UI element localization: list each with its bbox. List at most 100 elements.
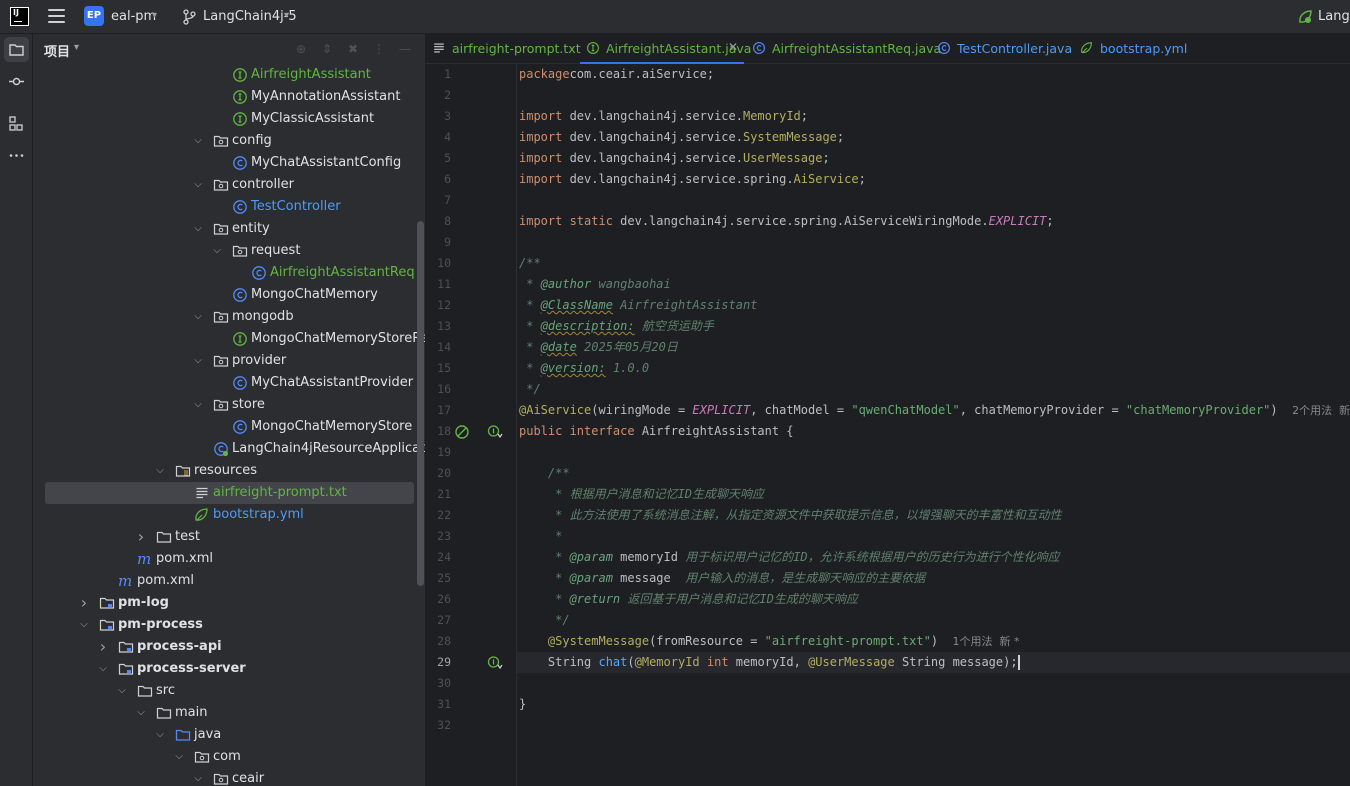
- project-switcher[interactable]: eal-pm: [111, 9, 156, 24]
- tree-item[interactable]: ⌵ ceair: [45, 768, 414, 786]
- editor-tab[interactable]: AirfreightAssistant.java ✕: [580, 34, 751, 64]
- tree-item[interactable]: › test: [45, 526, 414, 548]
- tree-item[interactable]: ⌵ request: [45, 240, 414, 262]
- tree-item[interactable]: MyAnnotationAssistant: [45, 86, 414, 108]
- collapse-all-icon[interactable]: ✖: [346, 42, 360, 56]
- line-number[interactable]: 20: [426, 463, 451, 484]
- project-panel-title[interactable]: 项目: [44, 41, 70, 60]
- line-number[interactable]: 24: [426, 547, 451, 568]
- main-menu-icon[interactable]: [48, 9, 65, 23]
- chevron-down-icon[interactable]: ⌵: [192, 133, 204, 149]
- tree-item[interactable]: MyChatAssistantConfig: [45, 152, 414, 174]
- chevron-down-icon[interactable]: ⌵: [192, 177, 204, 193]
- chevron-down-icon[interactable]: ▾: [152, 10, 162, 21]
- tree-item[interactable]: ⌵ config: [45, 130, 414, 152]
- line-number[interactable]: 6: [426, 169, 451, 190]
- line-number[interactable]: 31: [426, 694, 451, 715]
- line-number[interactable]: 9: [426, 232, 451, 253]
- options-icon[interactable]: ⋮: [372, 42, 386, 56]
- editor-tab[interactable]: TestController.java: [931, 34, 1072, 64]
- chevron-down-icon[interactable]: ⌵: [211, 243, 223, 259]
- tree-item[interactable]: ⌵ process-server: [45, 658, 414, 680]
- tree-item[interactable]: LangChain4jResourceApplication: [45, 438, 425, 460]
- chevron-down-icon[interactable]: ⌵: [78, 617, 90, 633]
- line-number[interactable]: 1: [426, 64, 451, 85]
- line-number[interactable]: 10: [426, 253, 451, 274]
- chevron-down-icon[interactable]: ⌵: [173, 749, 185, 765]
- tree-item[interactable]: MongoChatMemory: [45, 284, 414, 306]
- line-number[interactable]: 16: [426, 379, 451, 400]
- line-number[interactable]: 19: [426, 442, 451, 463]
- locate-icon[interactable]: ⊕: [294, 42, 308, 56]
- line-number[interactable]: 3: [426, 106, 451, 127]
- structure-tool-button[interactable]: [4, 111, 29, 136]
- project-tree-scrollbar[interactable]: [417, 221, 424, 586]
- chevron-down-icon[interactable]: ⌵: [192, 309, 204, 325]
- tree-item[interactable]: ⌵ main: [45, 702, 414, 724]
- line-number[interactable]: 8: [426, 211, 451, 232]
- chevron-down-icon[interactable]: ⌵: [192, 397, 204, 413]
- expand-all-icon[interactable]: ⇕: [320, 42, 334, 56]
- more-tools-button[interactable]: [4, 143, 29, 168]
- tree-item[interactable]: m pom.xml: [45, 548, 414, 570]
- line-number[interactable]: 21: [426, 484, 451, 505]
- tree-item[interactable]: ⌵ resources: [45, 460, 414, 482]
- editor-tab[interactable]: airfreight-prompt.txt: [426, 34, 581, 64]
- tree-item[interactable]: ⌵ pm-process: [45, 614, 414, 636]
- spring-run-config-icon[interactable]: [1297, 9, 1313, 25]
- chevron-down-icon[interactable]: ▾: [284, 10, 294, 21]
- line-number[interactable]: 26: [426, 589, 451, 610]
- implementations-icon[interactable]: [487, 655, 503, 671]
- branch-switcher[interactable]: LangChain4j-5: [203, 9, 297, 24]
- line-number[interactable]: 32: [426, 715, 451, 736]
- chevron-down-icon[interactable]: ▾: [74, 42, 79, 53]
- run-config-selector[interactable]: LangC: [1318, 9, 1350, 24]
- minimize-icon[interactable]: —: [398, 42, 412, 56]
- line-number[interactable]: 23: [426, 526, 451, 547]
- tree-item[interactable]: ⌵ entity: [45, 218, 414, 240]
- tree-item[interactable]: › pm-log: [45, 592, 414, 614]
- tree-item[interactable]: m pom.xml: [45, 570, 414, 592]
- tree-item[interactable]: MongoChatMemoryStore: [45, 416, 414, 438]
- tree-item[interactable]: MyChatAssistantProvider: [45, 372, 414, 394]
- tree-item[interactable]: ⌵ provider: [45, 350, 414, 372]
- line-number[interactable]: 11: [426, 274, 451, 295]
- tree-item[interactable]: TestController: [45, 196, 414, 218]
- tree-item[interactable]: › process-api: [45, 636, 414, 658]
- tree-item[interactable]: ⌵ src: [45, 680, 414, 702]
- usage-hint[interactable]: 2个用法 新 *: [1292, 404, 1350, 417]
- tree-item[interactable]: AirfreightAssistantReq: [45, 262, 415, 284]
- line-number[interactable]: 17: [426, 400, 451, 421]
- line-number[interactable]: 13: [426, 316, 451, 337]
- tree-item[interactable]: ⌵ java: [45, 724, 414, 746]
- tree-item[interactable]: bootstrap.yml: [45, 504, 414, 526]
- editor-tab[interactable]: bootstrap.yml: [1074, 34, 1199, 64]
- chevron-down-icon[interactable]: ⌵: [192, 221, 204, 237]
- line-number[interactable]: 12: [426, 295, 451, 316]
- line-number[interactable]: 30: [426, 673, 451, 694]
- close-tab-icon[interactable]: ✕: [728, 40, 738, 54]
- chevron-down-icon[interactable]: ⌵: [116, 683, 128, 699]
- chevron-down-icon[interactable]: ⌵: [97, 661, 109, 677]
- commit-tool-button[interactable]: [4, 69, 29, 94]
- tree-item[interactable]: MongoChatMemoryStoreRep: [45, 328, 425, 350]
- line-number[interactable]: 5: [426, 148, 451, 169]
- line-number[interactable]: 2: [426, 85, 451, 106]
- line-number[interactable]: 25: [426, 568, 451, 589]
- tree-item[interactable]: airfreight-prompt.txt: [45, 482, 414, 504]
- git-branch-icon[interactable]: [182, 9, 196, 25]
- chevron-down-icon[interactable]: ⌵: [154, 463, 166, 479]
- tree-item[interactable]: MyClassicAssistant: [45, 108, 414, 130]
- editor-tab[interactable]: AirfreightAssistantReq.java: [746, 34, 941, 64]
- line-number[interactable]: 14: [426, 337, 451, 358]
- chevron-down-icon[interactable]: ⌵: [192, 771, 204, 786]
- line-number[interactable]: 15: [426, 358, 451, 379]
- spring-bean-icon[interactable]: [454, 424, 470, 440]
- usage-hint[interactable]: 1个用法 新 *: [953, 635, 1020, 648]
- project-tool-button[interactable]: [4, 37, 29, 62]
- line-number[interactable]: 29: [426, 652, 451, 673]
- intellij-logo-icon[interactable]: IJ: [10, 7, 29, 26]
- implementations-icon[interactable]: [487, 424, 503, 440]
- line-number[interactable]: 28: [426, 631, 451, 652]
- line-number[interactable]: 22: [426, 505, 451, 526]
